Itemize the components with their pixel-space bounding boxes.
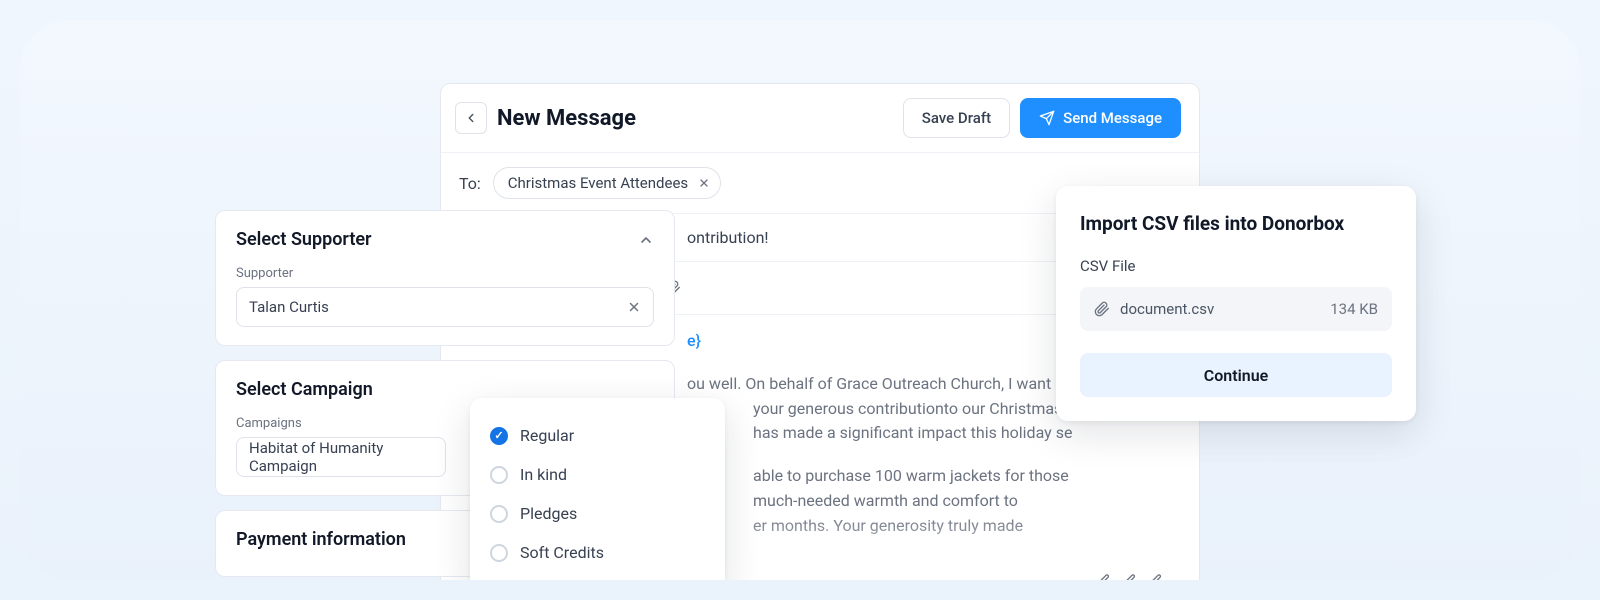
donation-type-popover: Regular In kind Pledges Soft Credits <box>470 398 725 580</box>
type-option-label: Regular <box>520 426 574 445</box>
type-option-regular[interactable]: Regular <box>490 416 705 455</box>
pencil-icon[interactable] <box>1095 573 1111 580</box>
to-label: To: <box>459 174 481 193</box>
csv-filesize: 134 KB <box>1330 300 1378 318</box>
collapse-icon[interactable] <box>638 232 654 248</box>
page-title: New Message <box>497 106 893 131</box>
type-option-soft-credits[interactable]: Soft Credits <box>490 533 705 572</box>
pencil-icon[interactable] <box>1121 573 1137 580</box>
type-option-pledges[interactable]: Pledges <box>490 494 705 533</box>
type-option-label: In kind <box>520 465 567 484</box>
campaign-value: Habitat of Humanity Campaign <box>249 439 433 475</box>
save-draft-button[interactable]: Save Draft <box>903 98 1010 138</box>
body-edit-icons <box>1095 573 1163 580</box>
csv-field-label: CSV File <box>1080 257 1392 275</box>
csv-filename: document.csv <box>1120 300 1320 318</box>
clear-icon[interactable] <box>627 300 641 314</box>
radio-checked-icon <box>490 427 508 445</box>
csv-card-title: Import CSV files into Donorbox <box>1080 212 1392 235</box>
paperclip-icon <box>1094 301 1110 317</box>
card-title: Select Supporter <box>236 229 372 250</box>
radio-unchecked-icon <box>490 505 508 523</box>
type-option-label: Pledges <box>520 504 577 523</box>
stage: New Message Save Draft Send Message To: … <box>20 20 1580 580</box>
radio-unchecked-icon <box>490 544 508 562</box>
recipient-chip-label: Christmas Event Attendees <box>508 174 688 192</box>
send-icon <box>1039 110 1055 126</box>
field-label: Supporter <box>236 266 654 281</box>
supporter-input[interactable]: Talan Curtis <box>236 287 654 327</box>
csv-import-card: Import CSV files into Donorbox CSV File … <box>1056 186 1416 421</box>
recipient-chip[interactable]: Christmas Event Attendees <box>493 167 721 199</box>
send-message-label: Send Message <box>1063 109 1162 127</box>
save-draft-label: Save Draft <box>922 109 991 127</box>
supporter-value: Talan Curtis <box>249 298 329 316</box>
csv-file-row[interactable]: document.csv 134 KB <box>1080 287 1392 331</box>
campaign-input[interactable]: Habitat of Humanity Campaign <box>236 437 446 477</box>
merge-tag-fragment: e} <box>687 331 701 350</box>
back-button[interactable] <box>455 102 487 134</box>
radio-unchecked-icon <box>490 466 508 484</box>
continue-label: Continue <box>1204 366 1268 385</box>
pencil-icon[interactable] <box>1147 573 1163 580</box>
card-title: Select Campaign <box>236 379 654 400</box>
type-option-label: Soft Credits <box>520 543 604 562</box>
send-message-button[interactable]: Send Message <box>1020 98 1181 138</box>
continue-button[interactable]: Continue <box>1080 353 1392 397</box>
composer-header: New Message Save Draft Send Message <box>441 84 1199 153</box>
remove-recipient-icon[interactable] <box>698 177 710 189</box>
chevron-left-icon <box>464 111 478 125</box>
type-option-in-kind[interactable]: In kind <box>490 455 705 494</box>
select-supporter-card: Select Supporter Supporter Talan Curtis <box>215 210 675 346</box>
